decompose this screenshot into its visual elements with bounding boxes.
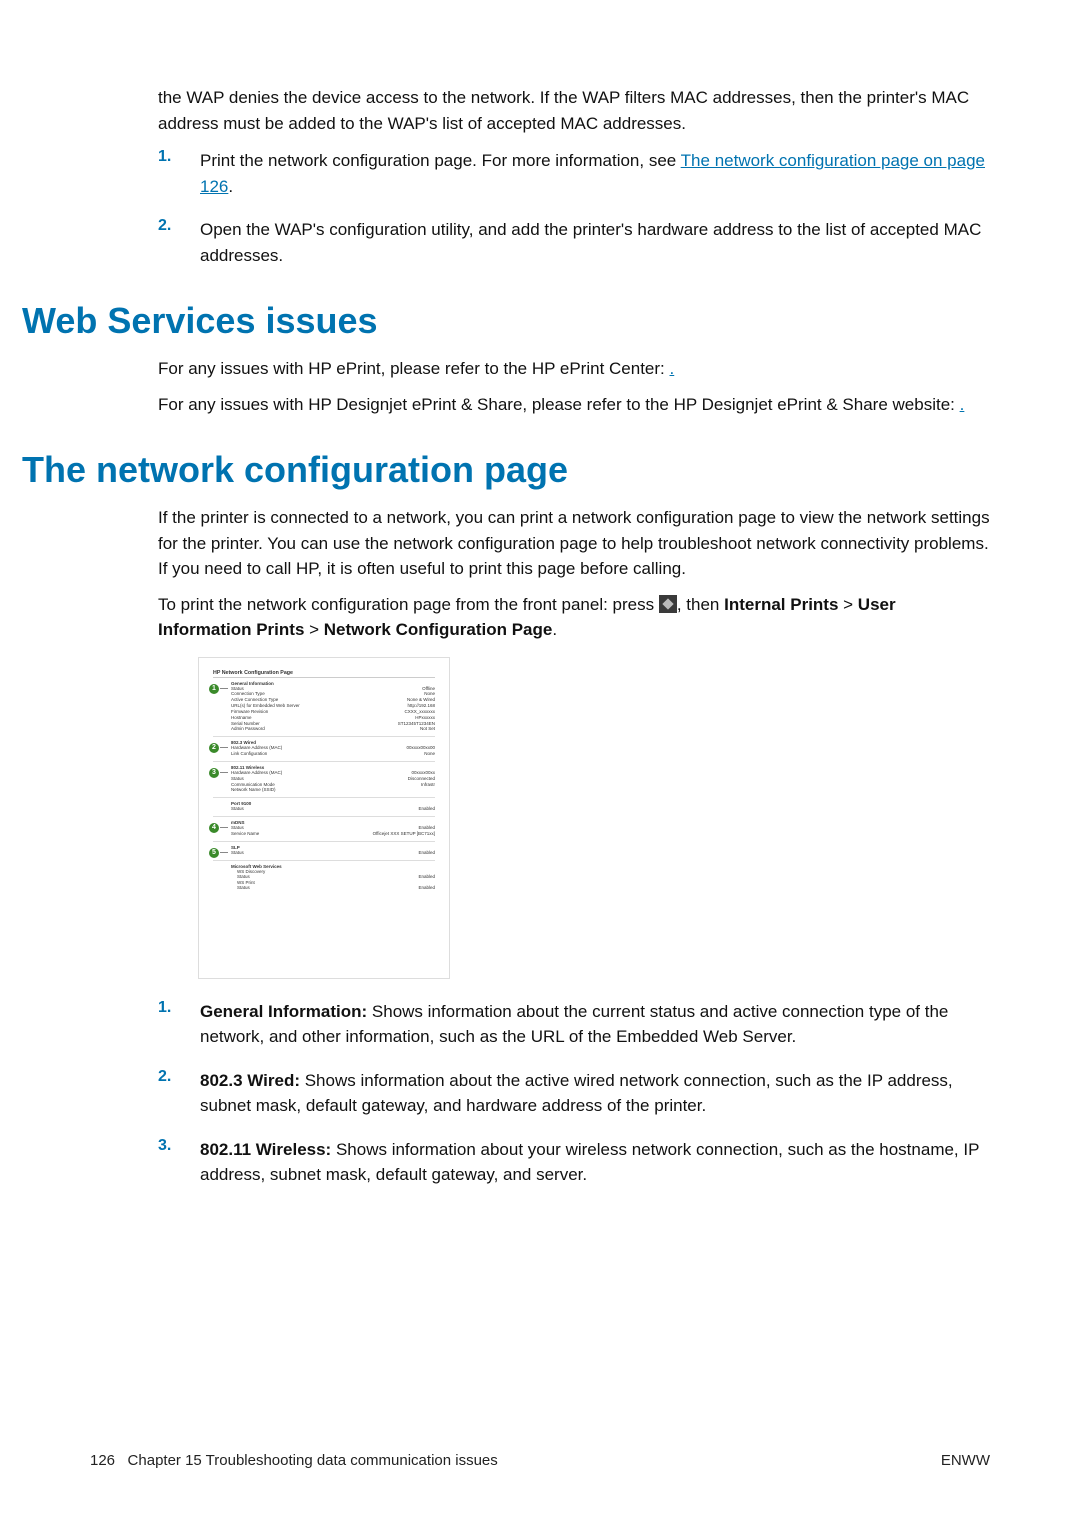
eprint-share-link[interactable]: . (960, 395, 965, 414)
ws-p1-pre: For any issues with HP ePrint, please re… (158, 359, 670, 378)
netconfig-items: 1. General Information: Shows informatio… (158, 999, 990, 1188)
item-lead: 802.11 Wireless: (200, 1140, 331, 1159)
text-post: . (228, 177, 233, 196)
item-number: 2. (158, 1068, 200, 1086)
sample-row: Service NameOfficejet XXX SETUP [BC71xx] (231, 831, 435, 837)
chapter-label: Chapter 15 Troubleshooting data communic… (128, 1452, 498, 1469)
network-config-heading: The network configuration page (22, 449, 990, 491)
sample-row: Link ConfigurationNone (231, 751, 435, 757)
nc-item-1: 1. General Information: Shows informatio… (158, 999, 990, 1050)
sp-k: Status (231, 806, 244, 812)
sample-title: HP Network Configuration Page (213, 670, 435, 678)
item-text: General Information: Shows information a… (200, 999, 990, 1050)
eprint-center-link[interactable]: . (670, 359, 675, 378)
frontpanel-icon (659, 595, 677, 613)
callout-5: 5 (209, 848, 219, 858)
step-text: Print the network configuration page. Fo… (200, 148, 990, 199)
webservices-p1: For any issues with HP ePrint, please re… (158, 356, 990, 382)
nc-p2-end: . (552, 620, 557, 639)
ws-p2-pre: For any issues with HP Designjet ePrint … (158, 395, 960, 414)
intro-step-1: 1. Print the network configuration page.… (158, 148, 990, 199)
sample-row: Network Name (SSID) (231, 787, 435, 793)
callout-4: 4 (209, 823, 219, 833)
intro-step-2: 2. Open the WAP's configuration utility,… (158, 217, 990, 268)
web-services-heading: Web Services issues (22, 300, 990, 342)
sample-row: StatusEnabled (237, 885, 435, 891)
item-body: Shows information about the active wired… (200, 1071, 953, 1116)
text-pre: Print the network configuration page. Fo… (200, 151, 681, 170)
callout-3: 3 (209, 768, 219, 778)
page-footer: 126 Chapter 15 Troubleshooting data comm… (90, 1452, 990, 1469)
nc-p2-pre: To print the network configuration page … (158, 595, 659, 614)
item-text: 802.3 Wired: Shows information about the… (200, 1068, 990, 1119)
callout-1: 1 (209, 684, 219, 694)
nc-item-2: 2. 802.3 Wired: Shows information about … (158, 1068, 990, 1119)
page-number: 126 (90, 1452, 115, 1469)
intro-steps: 1. Print the network configuration page.… (158, 148, 990, 268)
nc-b3: Network Configuration Page (324, 620, 553, 639)
footer-right: ENWW (941, 1452, 990, 1469)
network-config-sample-image: HP Network Configuration Page 1 General … (198, 657, 450, 979)
netconfig-p1: If the printer is connected to a network… (158, 505, 990, 582)
nc-p2-mid: , then (677, 595, 724, 614)
nc-gt1: > (838, 595, 857, 614)
step-text: Open the WAP's configuration utility, an… (200, 217, 990, 268)
netconfig-p2: To print the network configuration page … (158, 592, 990, 643)
wap-paragraph: the WAP denies the device access to the … (158, 85, 990, 136)
sample-row: StatusEnabled (231, 850, 435, 856)
nc-item-3: 3. 802.11 Wireless: Shows information ab… (158, 1137, 990, 1188)
webservices-p2: For any issues with HP Designjet ePrint … (158, 392, 990, 418)
sample-row: Admin PasswordNot Set (231, 726, 435, 732)
item-number: 3. (158, 1137, 200, 1155)
item-lead: General Information: (200, 1002, 367, 1021)
nc-b1: Internal Prints (724, 595, 838, 614)
nc-gt2: > (304, 620, 323, 639)
callout-2: 2 (209, 743, 219, 753)
step-number: 2. (158, 217, 200, 235)
item-number: 1. (158, 999, 200, 1017)
item-text: 802.11 Wireless: Shows information about… (200, 1137, 990, 1188)
step-number: 1. (158, 148, 200, 166)
sp-v: Enabled (418, 806, 435, 812)
item-lead: 802.3 Wired: (200, 1071, 300, 1090)
